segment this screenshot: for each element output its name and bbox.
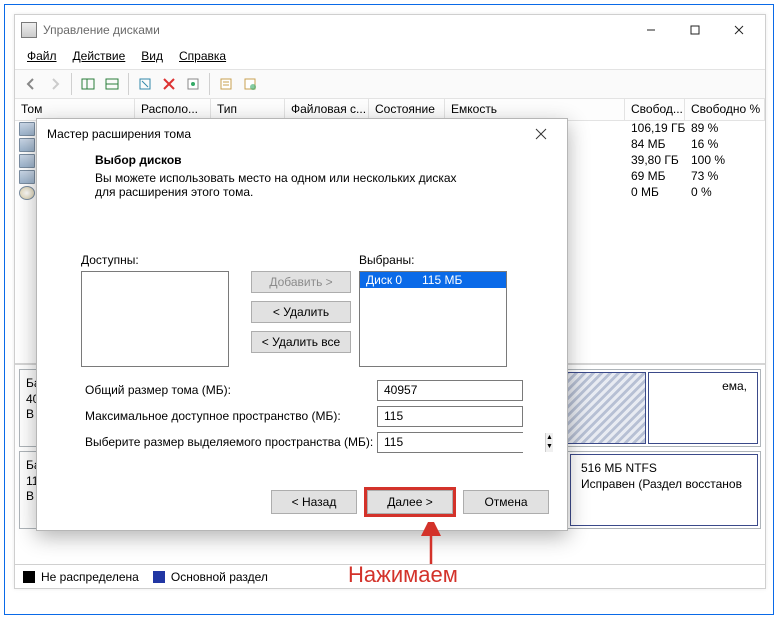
total-size-value: 40957	[377, 380, 523, 401]
available-disks-listbox[interactable]	[81, 271, 229, 367]
title-bar: Управление дисками	[15, 15, 765, 45]
properties-icon[interactable]	[181, 72, 205, 96]
remove-button[interactable]: < Удалить	[251, 301, 351, 323]
forward-icon[interactable]	[43, 72, 67, 96]
help-icon[interactable]	[238, 72, 262, 96]
refresh-icon[interactable]	[133, 72, 157, 96]
back-button[interactable]: < Назад	[271, 490, 357, 514]
free-cell: 0 МБ	[625, 185, 685, 201]
volume-icon	[19, 122, 35, 136]
spin-up-icon[interactable]: ▲	[546, 433, 553, 443]
available-label: Доступны:	[81, 253, 251, 267]
volume-icon	[19, 170, 35, 184]
menu-view[interactable]: Вид	[135, 47, 169, 65]
maximize-button[interactable]	[673, 16, 717, 44]
remove-all-button[interactable]: < Удалить все	[251, 331, 351, 353]
spin-down-icon[interactable]: ▼	[546, 442, 553, 452]
col-type[interactable]: Тип	[211, 99, 285, 120]
view-pane-icon[interactable]	[76, 72, 100, 96]
view-pane2-icon[interactable]	[100, 72, 124, 96]
next-button[interactable]: Далее >	[367, 490, 453, 514]
legend-unallocated: Не распределена	[23, 570, 139, 584]
menu-file[interactable]: Файл	[21, 47, 63, 65]
menu-help[interactable]: Справка	[173, 47, 232, 65]
wizard-description: Вы можете использовать место на одном ил…	[95, 171, 475, 199]
selected-label: Выбраны:	[359, 253, 507, 267]
extend-volume-wizard: Мастер расширения тома Выбор дисков Вы м…	[36, 118, 568, 531]
pct-cell: 100 %	[685, 153, 731, 169]
list-item[interactable]: Диск 0 115 МБ	[360, 272, 506, 288]
menu-bar: Файл Действие Вид Справка	[15, 45, 765, 69]
wizard-heading: Выбор дисков	[95, 153, 543, 167]
volume-icon	[19, 138, 35, 152]
max-space-value: 115	[377, 406, 523, 427]
col-loc[interactable]: Располо...	[135, 99, 211, 120]
col-state[interactable]: Состояние	[369, 99, 445, 120]
menu-action[interactable]: Действие	[67, 47, 132, 65]
volume-box[interactable]: 516 МБ NTFS Исправен (Раздел восстанов	[570, 454, 758, 526]
choose-size-label: Выберите размер выделяемого пространства…	[81, 435, 377, 449]
selected-disks-listbox[interactable]: Диск 0 115 МБ	[359, 271, 507, 367]
size-spinner[interactable]: ▲ ▼	[377, 432, 523, 453]
volume-icon	[19, 154, 35, 168]
free-cell: 106,19 ГБ	[625, 121, 685, 137]
free-cell: 69 МБ	[625, 169, 685, 185]
dialog-title-bar: Мастер расширения тома	[37, 119, 567, 149]
col-free[interactable]: Свобод...	[625, 99, 685, 120]
pct-cell: 0 %	[685, 185, 718, 201]
pct-cell: 16 %	[685, 137, 724, 153]
legend-primary: Основной раздел	[153, 570, 268, 584]
col-freepct[interactable]: Свободно %	[685, 99, 765, 120]
col-tom[interactable]: Том	[15, 99, 135, 120]
cd-icon	[19, 186, 35, 200]
toolbar	[15, 69, 765, 99]
options-icon[interactable]	[214, 72, 238, 96]
close-button[interactable]	[717, 16, 761, 44]
delete-icon[interactable]	[157, 72, 181, 96]
max-space-label: Максимальное доступное пространство (МБ)…	[81, 409, 377, 423]
cancel-button[interactable]: Отмена	[463, 490, 549, 514]
add-button[interactable]: Добавить >	[251, 271, 351, 293]
app-icon	[21, 22, 37, 38]
back-icon[interactable]	[19, 72, 43, 96]
total-size-label: Общий размер тома (МБ):	[81, 383, 377, 397]
col-fs[interactable]: Файловая с...	[285, 99, 369, 120]
dialog-close-button[interactable]	[519, 121, 563, 147]
size-input[interactable]	[378, 433, 545, 452]
pct-cell: 89 %	[685, 121, 724, 137]
window-title: Управление дисками	[43, 23, 160, 37]
annotation-text: Нажимаем	[348, 562, 458, 588]
pct-cell: 73 %	[685, 169, 724, 185]
minimize-button[interactable]	[629, 16, 673, 44]
col-capacity[interactable]: Емкость	[445, 99, 625, 120]
free-cell: 84 МБ	[625, 137, 685, 153]
dialog-title: Мастер расширения тома	[47, 127, 191, 141]
free-cell: 39,80 ГБ	[625, 153, 685, 169]
volume-box[interactable]: ема,	[648, 372, 758, 444]
